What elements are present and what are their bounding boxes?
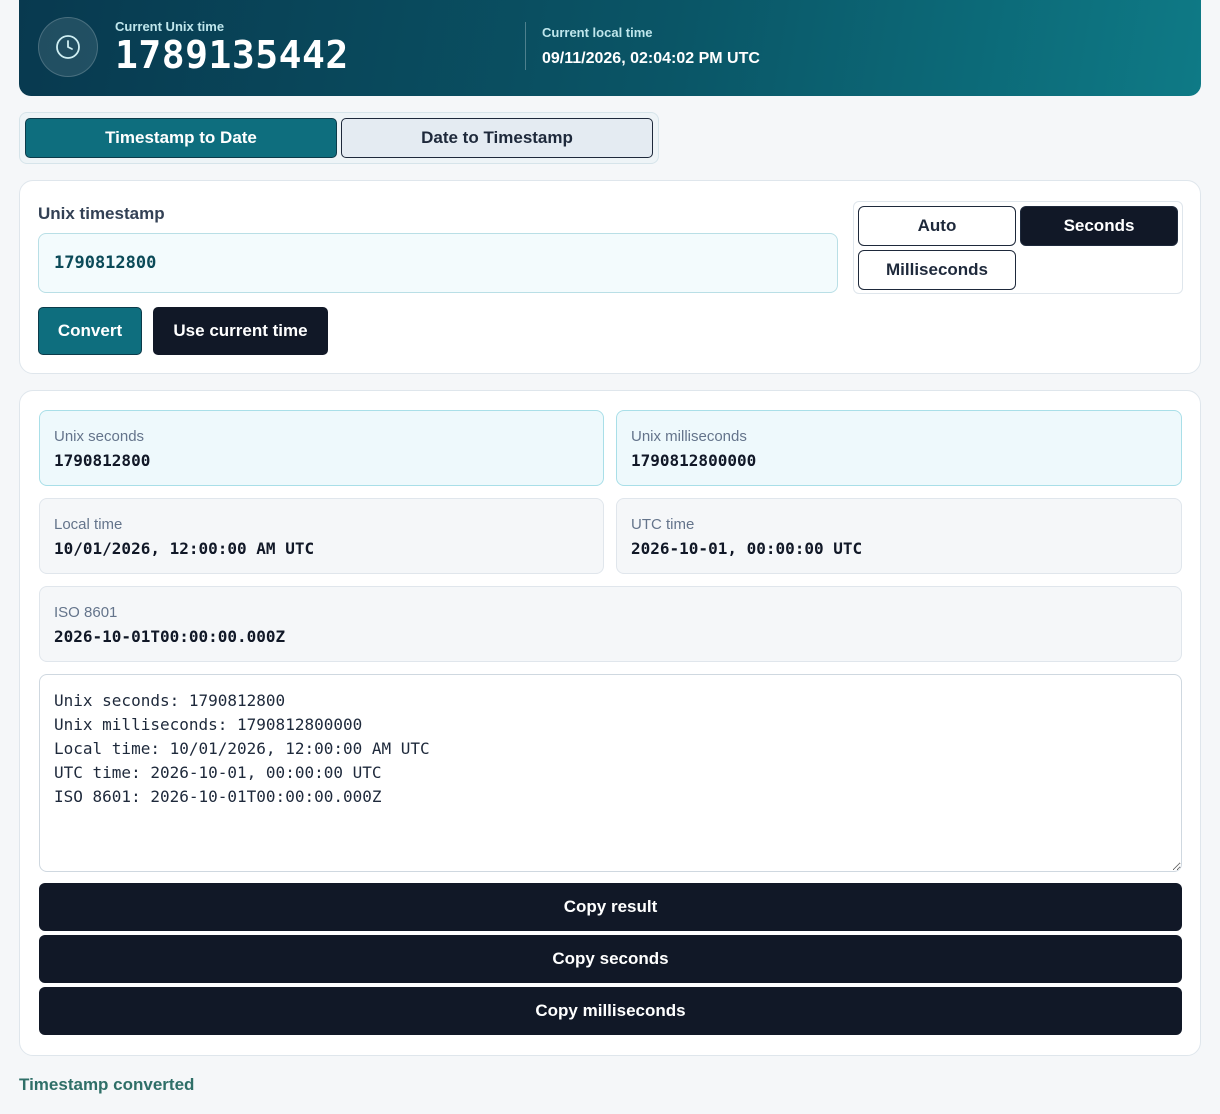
unix-seconds-label: Unix seconds [54,428,145,445]
iso-value: 2026-10-01T00:00:00.000Z [54,627,286,646]
iso-label: ISO 8601 [54,604,118,621]
clock-icon [38,17,98,77]
local-time-value: 10/01/2026, 12:00:00 AM UTC [54,539,315,558]
tab-date-to-timestamp[interactable]: Date to Timestamp [341,118,653,158]
status-message: Timestamp converted [19,1075,195,1094]
copy-seconds-button[interactable]: Copy seconds [39,935,1182,983]
header-divider [525,22,526,70]
convert-button[interactable]: Convert [38,307,142,355]
tab-timestamp-to-date[interactable]: Timestamp to Date [25,118,337,158]
current-time-banner: Current Unix time 1789135442 Current loc… [19,0,1201,96]
copy-result-button[interactable]: Copy result [39,883,1182,931]
current-local-label: Current local time [542,25,653,40]
local-time-label: Local time [54,516,123,533]
utc-time-label: UTC time [631,516,695,533]
current-unix-value: 1789135442 [115,33,349,77]
unit-auto-button[interactable]: Auto [858,206,1016,246]
current-unix-label: Current Unix time [115,19,225,34]
unix-milliseconds-label: Unix milliseconds [631,428,747,445]
local-time-result: Local time 10/01/2026, 12:00:00 AM UTC [39,498,604,574]
utc-time-value: 2026-10-01, 00:00:00 UTC [631,539,863,558]
timestamp-label: Unix timestamp [38,204,165,223]
input-card: Unix timestamp Auto Seconds Milliseconds… [19,180,1201,374]
unit-milliseconds-button[interactable]: Milliseconds [858,250,1016,290]
unix-seconds-result: Unix seconds 1790812800 [39,410,604,486]
timestamp-input[interactable] [38,233,838,293]
unix-milliseconds-value: 1790812800000 [631,451,757,470]
utc-time-result: UTC time 2026-10-01, 00:00:00 UTC [616,498,1182,574]
unix-seconds-value: 1790812800 [54,451,151,470]
iso-result: ISO 8601 2026-10-01T00:00:00.000Z [39,586,1182,662]
page: Current Unix time 1789135442 Current loc… [0,0,1220,1114]
unit-selector: Auto Seconds Milliseconds [853,201,1183,294]
use-current-time-button[interactable]: Use current time [153,307,328,355]
result-output[interactable] [39,674,1182,872]
unix-milliseconds-result: Unix milliseconds 1790812800000 [616,410,1182,486]
mode-tabs: Timestamp to Date Date to Timestamp [19,112,659,164]
results-card: Unix seconds 1790812800 Unix millisecond… [19,390,1201,1056]
unit-seconds-button[interactable]: Seconds [1020,206,1178,246]
current-local-value: 09/11/2026, 02:04:02 PM UTC [542,50,760,67]
copy-milliseconds-button[interactable]: Copy milliseconds [39,987,1182,1035]
